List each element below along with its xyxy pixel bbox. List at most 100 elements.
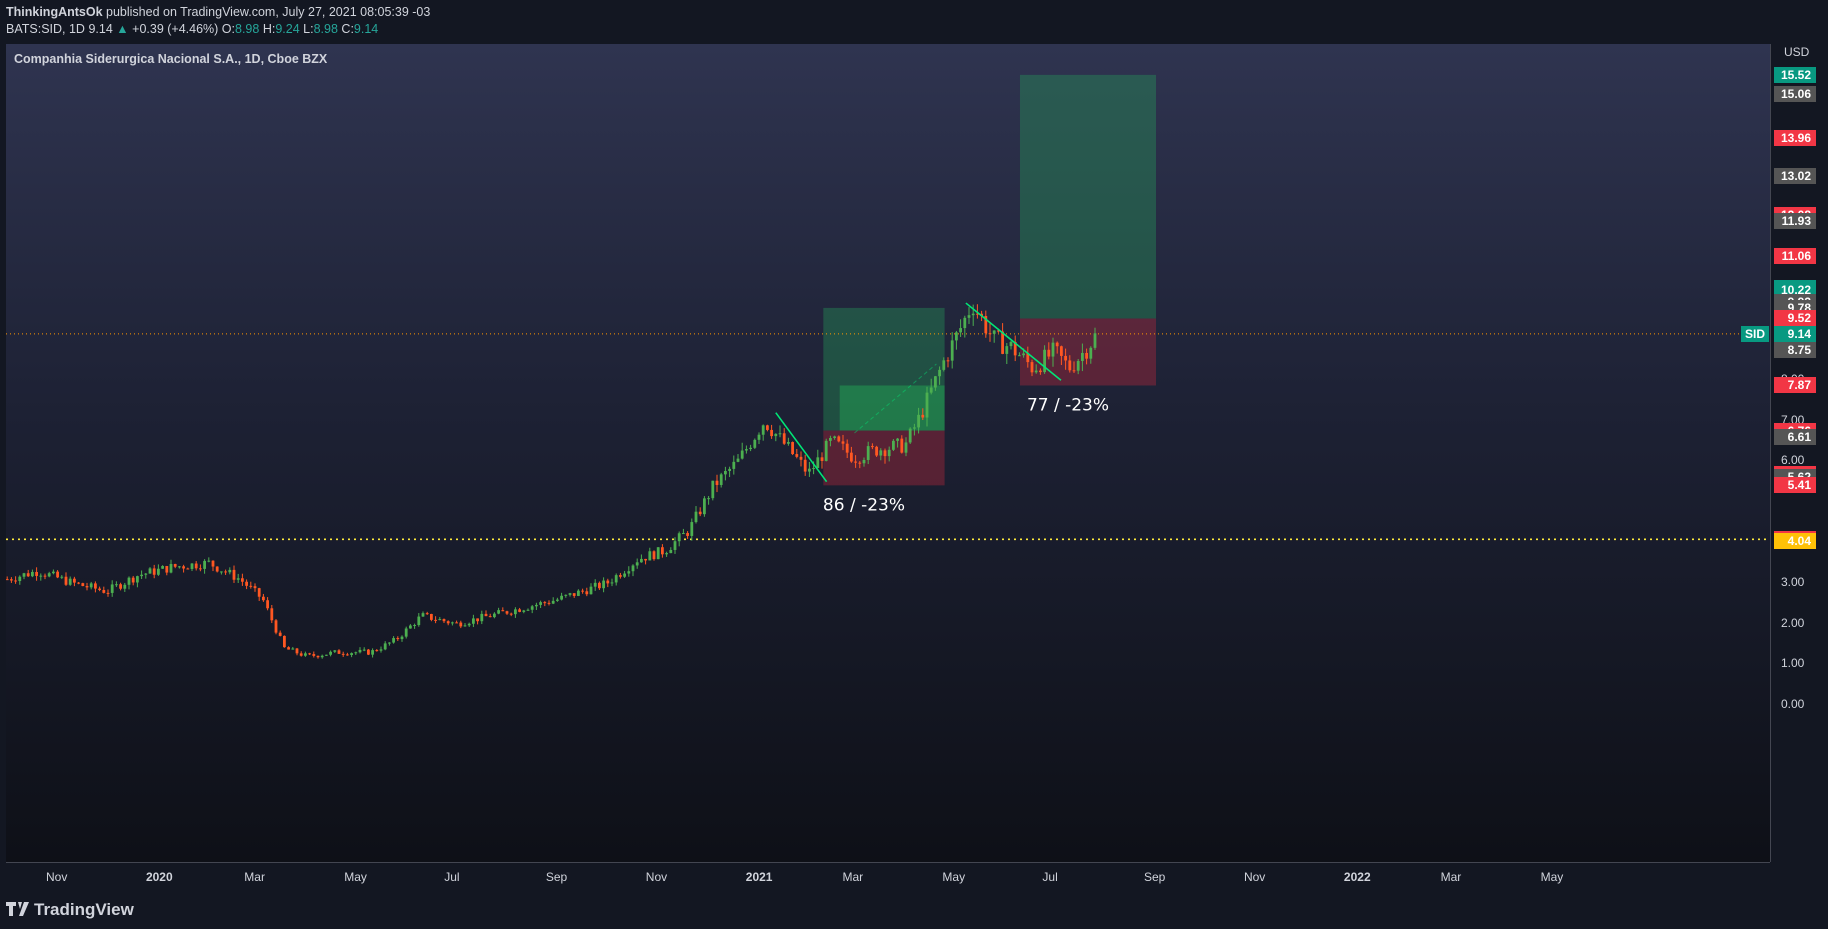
- candle-body: [488, 616, 492, 618]
- time-tick-label: Sep: [1144, 870, 1166, 884]
- price-tick-label: 6.00: [1781, 453, 1805, 468]
- candle-body: [476, 618, 479, 622]
- candle-body: [169, 564, 173, 573]
- candle-body: [505, 611, 509, 614]
- candle-body: [1005, 346, 1009, 354]
- candle-body: [194, 563, 198, 569]
- candle-body: [1072, 370, 1076, 372]
- candle-body: [429, 613, 433, 620]
- candle-body: [866, 446, 870, 460]
- candle-body: [329, 651, 332, 655]
- candle-body: [992, 330, 996, 334]
- price-tag: 6.61: [1774, 428, 1816, 445]
- candle-body: [1017, 355, 1021, 357]
- currency-label: USD: [1784, 45, 1810, 59]
- price-tag: 9.52: [1774, 310, 1816, 327]
- candle-body: [434, 619, 437, 621]
- price-tag: 8.75: [1774, 341, 1816, 358]
- candle-body: [799, 456, 803, 460]
- candle-body: [875, 446, 878, 456]
- candle-body: [123, 584, 127, 589]
- tradingview-logo[interactable]: TradingView: [6, 900, 134, 920]
- low-label: L:: [303, 22, 314, 36]
- candle-body: [211, 560, 215, 567]
- candle-body: [782, 433, 786, 444]
- candle-body: [1055, 342, 1059, 347]
- chart-pane[interactable]: 86 / -23% 77 / -23% Companhia Siderurgica…: [6, 44, 1770, 862]
- price-scale[interactable]: USD 0.001.002.003.006.007.008.0015.5215.…: [1741, 44, 1828, 862]
- price-chart: 86 / -23% 77 / -23%: [6, 74, 1770, 659]
- publish-info: published on TradingView.com, July 27, 2…: [106, 5, 431, 19]
- price-tag: 13.96: [1774, 130, 1816, 147]
- candle-body: [954, 332, 958, 341]
- time-tick-label: 2022: [1343, 870, 1371, 884]
- candle-body: [236, 578, 240, 580]
- candle-body: [30, 571, 34, 577]
- candle-body: [518, 609, 521, 612]
- loss-zone: [823, 430, 945, 486]
- candle-body: [484, 613, 488, 617]
- candle-body: [774, 433, 778, 437]
- candle-body: [224, 571, 227, 573]
- candle-body: [761, 425, 765, 435]
- candle-body: [455, 622, 458, 624]
- candle-body: [312, 654, 316, 656]
- candle-body: [581, 590, 584, 592]
- candle-body: [908, 428, 912, 443]
- candle-body: [450, 622, 454, 624]
- time-tick-label: May: [942, 870, 966, 884]
- candle-body: [400, 636, 404, 640]
- candle-body: [135, 576, 139, 583]
- candle-body: [173, 564, 177, 567]
- candle-body: [618, 575, 622, 577]
- time-scale[interactable]: Nov 2020 Mar May Jul Sep Nov 2021 Mar May Jul Sep No…: [6, 862, 1770, 893]
- candle-body: [715, 480, 719, 485]
- author-name[interactable]: ThinkingAntsOk: [6, 5, 103, 19]
- candle-body: [891, 440, 895, 450]
- candle-body: [287, 647, 290, 650]
- candle-body: [963, 317, 967, 329]
- candle-body: [614, 575, 618, 583]
- candle-body: [379, 649, 383, 651]
- candle-body: [274, 620, 278, 633]
- candle-body: [1034, 370, 1038, 373]
- candle-body: [127, 577, 131, 585]
- candle-body: [1080, 352, 1084, 362]
- candle-body: [828, 438, 832, 441]
- symbol-title: Companhia Siderurgica Nacional S.A., 1D,…: [14, 52, 328, 66]
- candle-body: [18, 576, 22, 582]
- candle-body: [568, 593, 572, 595]
- candle-body: [602, 580, 605, 589]
- candle-body: [765, 425, 769, 430]
- candle-body: [988, 333, 992, 335]
- candle-body: [60, 576, 64, 578]
- candle-body: [316, 655, 320, 658]
- candle-body: [203, 560, 206, 569]
- candle-body: [417, 616, 421, 626]
- candle-body: [72, 578, 76, 583]
- candle-body: [770, 429, 773, 437]
- price-tag: 15.06: [1774, 85, 1816, 102]
- candle-body: [350, 653, 353, 655]
- time-tick-label: 2021: [745, 870, 773, 884]
- candle-body: [946, 360, 950, 362]
- candle-body: [530, 606, 534, 610]
- candle-body: [929, 387, 933, 393]
- candle-body: [560, 595, 563, 600]
- price-tag: 9.14: [1774, 325, 1816, 342]
- candle-body: [480, 613, 484, 622]
- time-tick-label: Nov: [46, 870, 68, 884]
- candle-body: [152, 568, 156, 575]
- candle-body: [337, 650, 341, 654]
- candle-body: [547, 602, 551, 604]
- candle-body: [589, 586, 593, 595]
- price-tag: 5.41: [1774, 477, 1816, 494]
- candle-body: [1064, 355, 1067, 361]
- price-tick-label: 0.00: [1781, 697, 1805, 711]
- candle-body: [883, 450, 887, 457]
- candle-body: [56, 571, 59, 578]
- candle-body: [845, 443, 849, 453]
- candle-body: [161, 566, 164, 569]
- candle-body: [711, 480, 715, 499]
- candle-body: [744, 449, 748, 451]
